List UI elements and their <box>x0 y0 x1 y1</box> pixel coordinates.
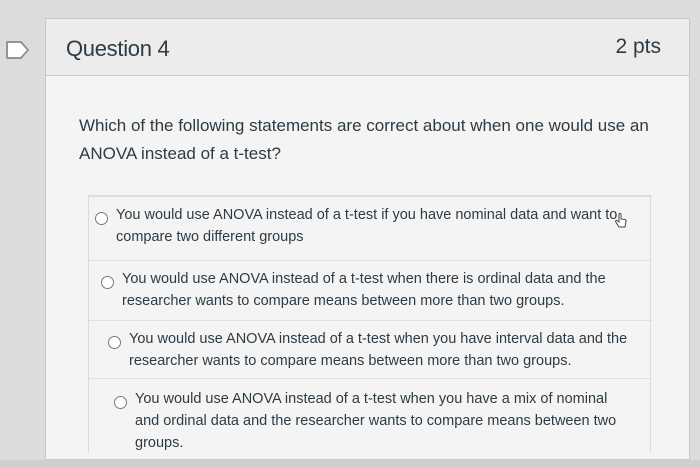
radio-unselected-icon[interactable] <box>101 276 114 289</box>
answer-label: You would use ANOVA instead of a t-test … <box>129 331 628 369</box>
screen-bottom-edge <box>0 460 700 468</box>
answer-label: You would use ANOVA instead of a t-test … <box>135 391 617 451</box>
radio-unselected-icon[interactable] <box>114 396 127 409</box>
answer-option-2[interactable]: You would use ANOVA instead of a t-test … <box>89 260 652 320</box>
answer-option-1[interactable]: You would use ANOVA instead of a t-test … <box>89 196 652 260</box>
question-points: 2 pts <box>615 35 661 58</box>
answer-option-4[interactable]: You would use ANOVA instead of a t-test … <box>89 378 652 454</box>
answer-list: You would use ANOVA instead of a t-test … <box>88 195 652 454</box>
bookmark-icon[interactable] <box>5 40 31 60</box>
radio-unselected-icon[interactable] <box>95 212 108 225</box>
question-card: Question 4 2 pts Which of the following … <box>45 18 690 460</box>
question-title: Question 4 <box>66 36 170 61</box>
hand-pointer-icon <box>614 212 627 228</box>
question-text: Which of the following statements are co… <box>79 116 649 163</box>
answer-label: You would use ANOVA instead of a t-test … <box>116 207 618 245</box>
answer-label: You would use ANOVA instead of a t-test … <box>122 271 606 309</box>
answer-option-3[interactable]: You would use ANOVA instead of a t-test … <box>89 320 652 378</box>
radio-unselected-icon[interactable] <box>108 336 121 349</box>
question-header: Question 4 2 pts <box>46 19 689 76</box>
